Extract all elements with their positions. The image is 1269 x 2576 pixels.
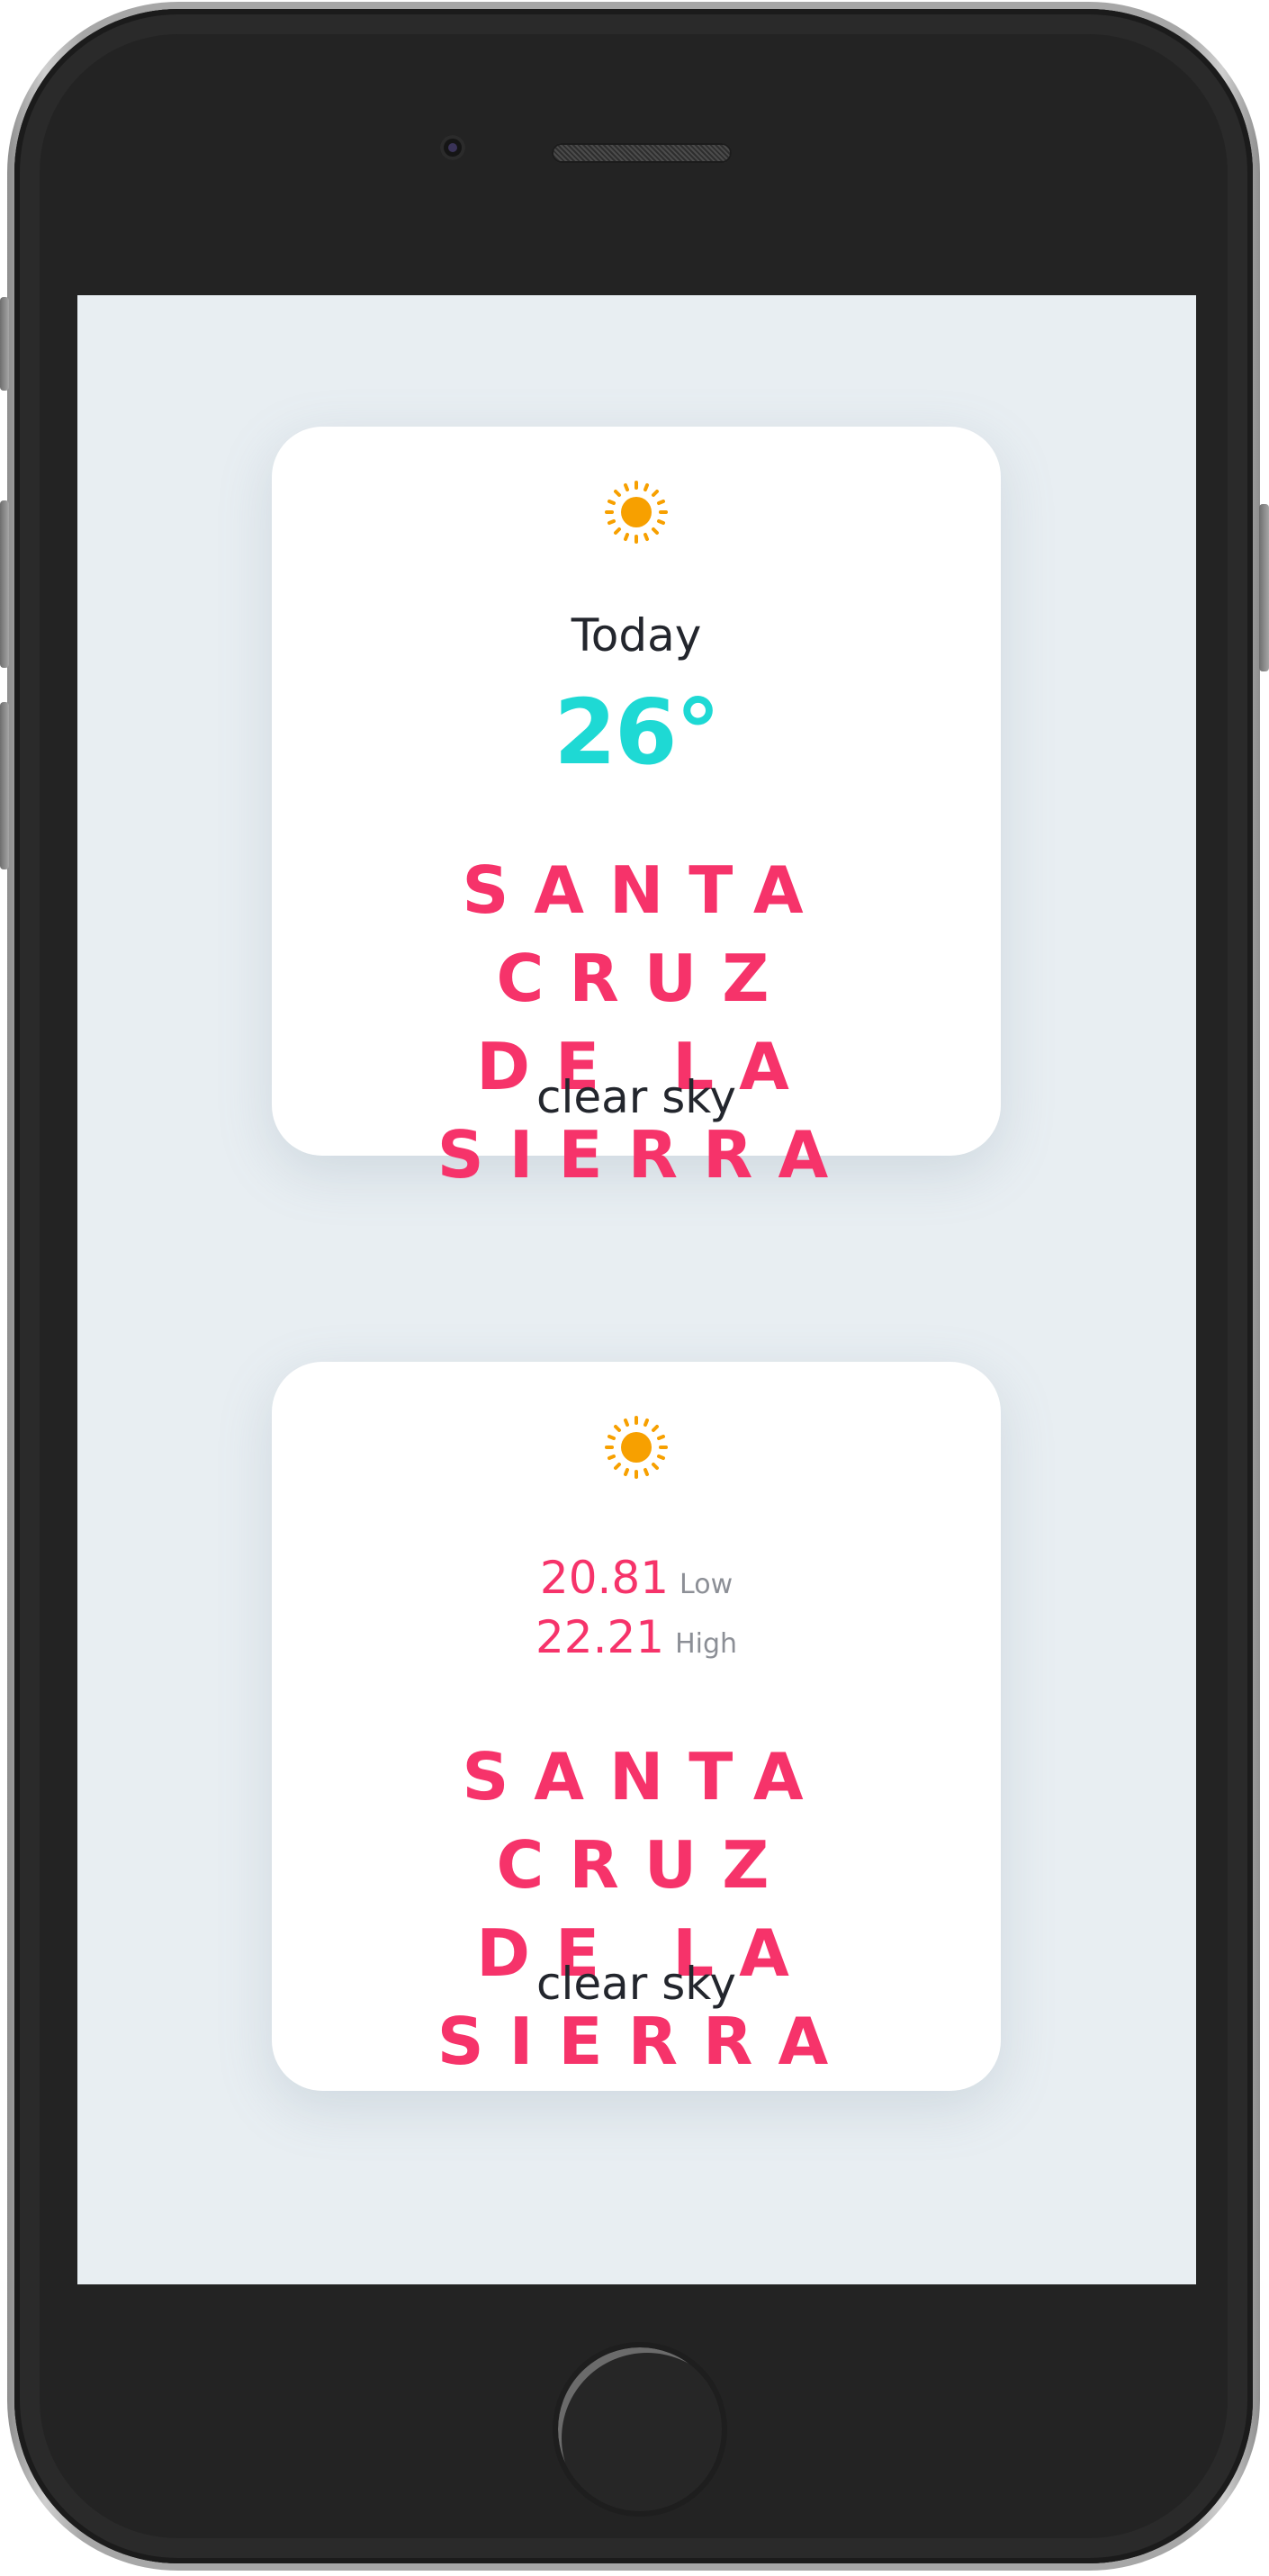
phone-frame: Today 26° SANTA CRUZ DE LA SIERRA clear … [7,2,1260,2571]
temperature-range-card: 20.81 Low 22.21 High SANTA CRUZ DE LA SIER… [272,1362,1001,2091]
app-screen: Today 26° SANTA CRUZ DE LA SIERRA clear … [77,295,1196,2284]
sun-icon [605,481,668,544]
volume-up-button[interactable] [0,500,9,668]
low-temperature-value: 20.81 [539,1552,670,1604]
volume-down-button[interactable] [0,702,9,869]
front-camera [440,135,465,160]
home-button[interactable] [553,2342,727,2517]
sun-icon [605,1416,668,1479]
temperature-value: 26° [554,680,720,785]
high-temperature-label: High [675,1628,738,1660]
city-name-line-1: SANTA CRUZ [462,852,829,1016]
mute-switch[interactable] [0,297,9,391]
current-weather-card: Today 26° SANTA CRUZ DE LA SIERRA clear … [272,427,1001,1193]
power-button[interactable] [1259,504,1269,671]
weather-description: clear sky [536,1958,737,2010]
city-name: SANTA CRUZ DE LA SIERRA [290,846,1001,1199]
high-temperature: 22.21 High [272,1615,1001,1660]
weather-description: clear sky [536,1071,737,1123]
day-label: Today [571,609,702,662]
phone-body: Today 26° SANTA CRUZ DE LA SIERRA clear … [14,9,1253,2563]
city-name: SANTA CRUZ DE LA SIERRA [290,1733,1001,2085]
low-temperature-label: Low [680,1569,734,1600]
low-temperature: 20.81 Low [272,1555,1001,1600]
city-name-line-1: SANTA CRUZ [462,1739,829,1903]
earpiece-speaker [552,143,732,163]
high-temperature-value: 22.21 [535,1611,665,1663]
